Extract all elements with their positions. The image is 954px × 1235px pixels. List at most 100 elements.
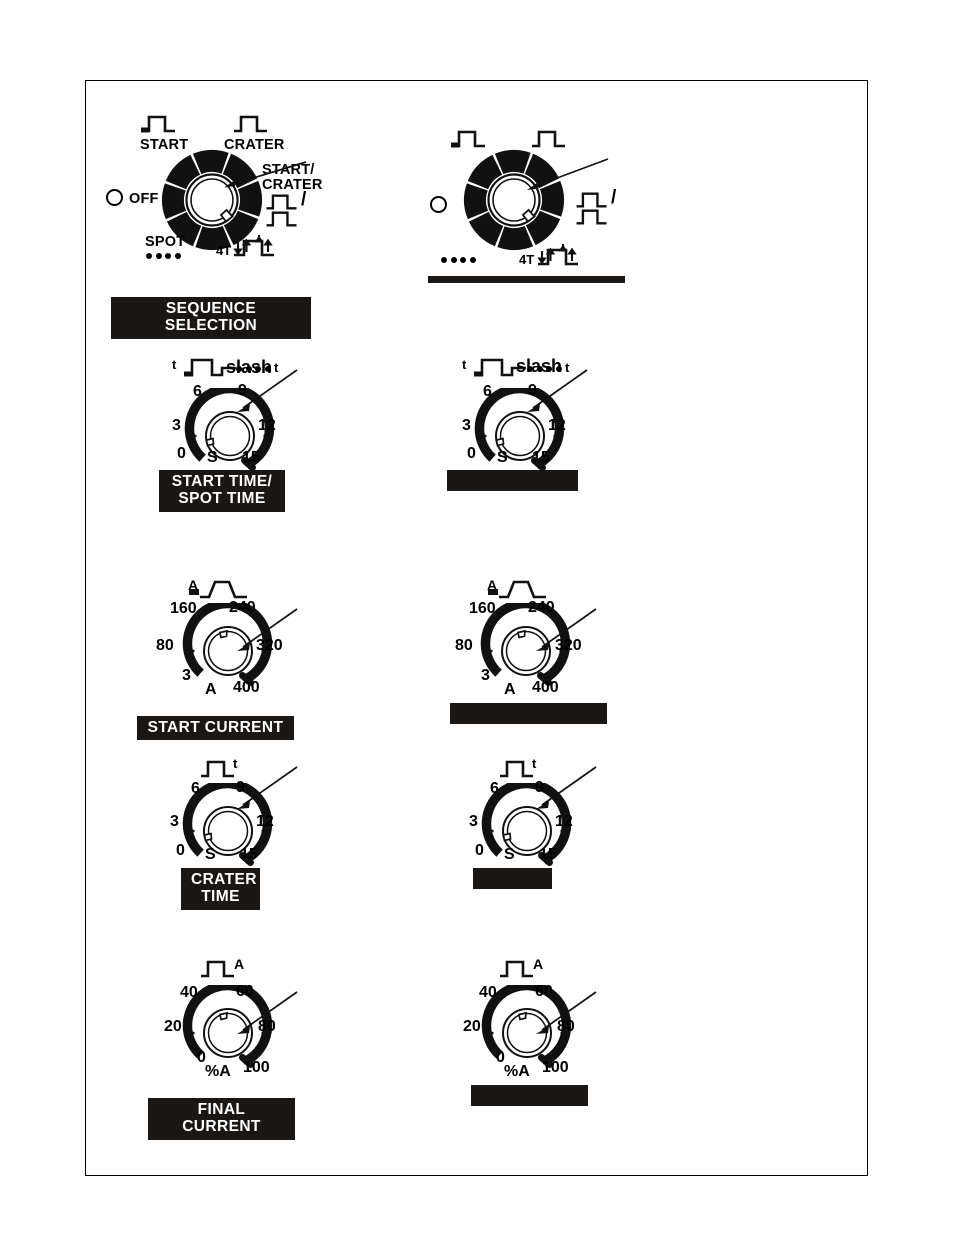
pulse-crater-waveform-icon [232, 113, 269, 135]
scale-label-6: 6 [483, 383, 492, 400]
crater-time-header-unit: t [532, 756, 537, 771]
scale-label-80: 80 [258, 1018, 276, 1035]
sequence-position-label-start: START [140, 137, 189, 153]
scale-label-3: 3 [172, 417, 181, 434]
scale-label-0: 0 [475, 842, 484, 859]
start-current-unit: A [205, 681, 217, 698]
scale-label-9: 9 [238, 382, 247, 399]
scale-label-240: 240 [229, 599, 256, 616]
caption-start-time-spot-time-blank [447, 470, 578, 491]
sequence-position-label-spot: SPOT [145, 234, 186, 250]
four-dots-icon [441, 257, 476, 263]
scale-label-400: 400 [532, 679, 559, 696]
four-dots-icon [146, 253, 181, 259]
a-ramp-pulse-baseline-block [488, 589, 498, 595]
scale-label-80: 80 [557, 1018, 575, 1035]
off-circle-icon [106, 189, 123, 206]
scale-label-12: 12 [258, 417, 276, 434]
scale-label-9: 9 [528, 382, 537, 399]
crater-time-unit: S [205, 846, 216, 863]
caption-start-current: START CURRENT [137, 716, 294, 741]
start-time-header-unit-left: t [462, 357, 467, 372]
scale-label-15: 15 [539, 846, 557, 863]
scale-label-15: 15 [242, 449, 260, 466]
start-time-unit: S [207, 449, 218, 466]
pulse-start-waveform-icon [449, 128, 487, 150]
pulse-start-waveform-icon [139, 113, 177, 135]
caption-start-time-spot-time: START TIME/ SPOT TIME [159, 470, 285, 512]
crater-time-header-unit: t [233, 756, 238, 771]
scale-label-3: 3 [462, 417, 471, 434]
sequence-position-label-4t: 4T [519, 252, 535, 267]
final-current-header-unit: A [533, 956, 544, 972]
scale-label-3: 3 [170, 813, 179, 830]
start-time-unit: S [497, 449, 508, 466]
scale-label-9: 9 [535, 779, 544, 796]
pulse-start-crater-waveform-icon-2 [572, 207, 612, 227]
pulse-start-crater-waveform-icon-2 [262, 209, 302, 229]
scale-label-0: 0 [176, 842, 185, 859]
scale-label-20: 20 [164, 1018, 182, 1035]
scale-label-100: 100 [243, 1059, 270, 1076]
pulse-t-waveform-icon [497, 758, 537, 780]
scale-label-0: 0 [177, 445, 186, 462]
scale-label-3: 3 [182, 667, 191, 684]
scale-label-60: 60 [236, 983, 254, 1000]
pulse-t-waveform-icon [198, 758, 238, 780]
start-time-header-unit-left: t [172, 357, 177, 372]
scale-label-400: 400 [233, 679, 260, 696]
scale-label-12: 12 [256, 813, 274, 830]
scale-label-80: 80 [156, 637, 174, 654]
scale-label-320: 320 [555, 637, 582, 654]
scale-label-240: 240 [528, 599, 555, 616]
a-ramp-pulse-baseline-block [189, 589, 199, 595]
scale-label-80: 80 [455, 637, 473, 654]
sequence-position-label-crater: CRATER [224, 137, 285, 153]
caption-start-current-blank [450, 703, 607, 724]
caption-crater-time: CRATER TIME [181, 868, 260, 910]
crater-time-unit: S [504, 846, 515, 863]
scale-label-40: 40 [180, 984, 198, 1001]
scale-label-12: 12 [548, 417, 566, 434]
start-current-unit: A [504, 681, 516, 698]
sequence-selection-knob-unlabeled[interactable] [462, 148, 566, 252]
off-circle-icon [430, 196, 447, 213]
scale-label-9: 9 [236, 779, 245, 796]
caption-crater-time-blank [473, 868, 552, 889]
pulse-crater-waveform-icon [530, 128, 567, 150]
start-time-header-unit-right: t [274, 360, 279, 375]
scale-label-20: 20 [463, 1018, 481, 1035]
sequence-slash-symbol: / [611, 187, 617, 208]
caption-sequence-selection: SEQUENCE SELECTION [111, 297, 311, 339]
four-dots-t-icon [527, 366, 562, 372]
scale-label-100: 100 [542, 1059, 569, 1076]
caption-final-current: FINAL CURRENT [148, 1098, 295, 1140]
sequence-position-label-4t: 4T [216, 243, 232, 258]
scale-label-160: 160 [469, 600, 496, 617]
four-dots-t-icon [236, 366, 271, 372]
scale-label-15: 15 [240, 846, 258, 863]
caption-sequence-selection-blank [428, 276, 625, 283]
four-t-waveform-icon [536, 242, 580, 269]
scale-label-160: 160 [170, 600, 197, 617]
final-current-unit: %A [504, 1063, 530, 1080]
sequence-slash-symbol: / [301, 189, 307, 210]
final-current-unit: %A [205, 1063, 231, 1080]
scale-label-12: 12 [555, 813, 573, 830]
sequence-position-label-off: OFF [129, 191, 159, 207]
pulse-a-waveform-icon [198, 958, 238, 980]
scale-label-0: 0 [467, 445, 476, 462]
sequence-position-label-start-crater: START/ CRATER [262, 162, 323, 194]
scale-label-6: 6 [193, 383, 202, 400]
crater-time-knob-unlabeled[interactable] [479, 783, 575, 879]
start-time-header-unit-right: t [565, 360, 570, 375]
crater-time-knob[interactable] [180, 783, 276, 879]
final-current-header-unit: A [234, 956, 245, 972]
scale-label-6: 6 [191, 780, 200, 797]
scale-label-3: 3 [481, 667, 490, 684]
scale-label-6: 6 [490, 780, 499, 797]
scale-label-40: 40 [479, 984, 497, 1001]
four-t-waveform-icon [232, 233, 276, 260]
scale-label-3: 3 [469, 813, 478, 830]
scale-label-60: 60 [535, 983, 553, 1000]
